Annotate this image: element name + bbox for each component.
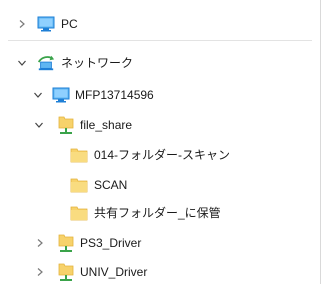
section-divider (8, 40, 312, 41)
tree-item-label: file_share (80, 118, 133, 132)
tree-item-label: UNIV_Driver (80, 265, 148, 279)
monitor-icon (37, 15, 55, 33)
tree-item-computer[interactable]: MFP13714596 (0, 82, 319, 108)
tree-item-label: 共有フォルダー_に保管 (94, 206, 221, 220)
chevron-right-icon[interactable] (33, 236, 47, 250)
tree-item-label: PC (61, 17, 78, 31)
tree-item-pc[interactable]: PC (0, 11, 319, 37)
tree-item-label: SCAN (94, 178, 128, 192)
chevron-down-icon[interactable] (31, 88, 45, 102)
navigation-pane: PC ネットワーク MFP13714596 file_share 014-フォル… (0, 0, 321, 284)
chevron-down-icon[interactable] (32, 118, 46, 132)
tree-item-label: MFP13714596 (75, 88, 154, 102)
tree-item-share[interactable]: file_share (0, 112, 319, 138)
folder-icon (70, 204, 88, 222)
folder-icon (70, 146, 88, 164)
tree-item-share[interactable]: UNIV_Driver (0, 259, 319, 285)
tree-item-share[interactable]: PS3_Driver (0, 230, 319, 256)
tree-item-label: 014-フォルダー-スキャン (94, 148, 231, 162)
tree-item-label: PS3_Driver (80, 236, 142, 250)
tree-item-folder[interactable]: SCAN (0, 172, 319, 198)
network-share-folder-icon (57, 234, 75, 252)
network-share-folder-icon (57, 263, 75, 281)
chevron-down-icon[interactable] (15, 56, 29, 70)
chevron-right-icon[interactable] (33, 265, 47, 279)
chevron-right-icon[interactable] (15, 17, 29, 31)
tree-item-network[interactable]: ネットワーク (0, 50, 319, 76)
tree-item-folder[interactable]: 014-フォルダー-スキャン (0, 142, 319, 168)
monitor-icon (52, 86, 70, 104)
tree-item-label: ネットワーク (61, 56, 134, 70)
network-share-folder-icon (57, 116, 75, 134)
network-icon (37, 54, 55, 72)
tree-item-folder[interactable]: 共有フォルダー_に保管 (0, 200, 319, 226)
folder-icon (70, 176, 88, 194)
